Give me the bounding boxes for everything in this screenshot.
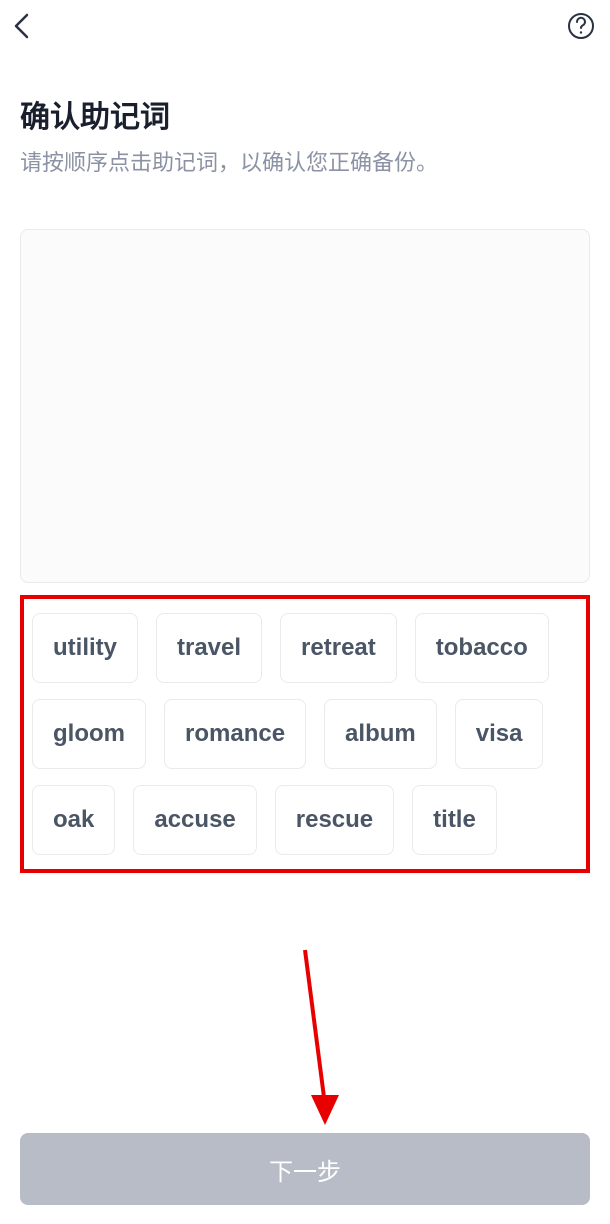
word-grid-highlight: utility travel retreat tobacco gloom rom…: [20, 595, 590, 873]
word-chip[interactable]: album: [324, 699, 437, 769]
page-title: 确认助记词: [20, 92, 590, 136]
word-chip[interactable]: title: [412, 785, 497, 855]
word-chip[interactable]: accuse: [133, 785, 256, 855]
word-chip[interactable]: visa: [455, 699, 544, 769]
word-chip[interactable]: tobacco: [415, 613, 549, 683]
word-chip[interactable]: gloom: [32, 699, 146, 769]
help-icon[interactable]: [566, 11, 596, 41]
arrow-annotation-icon: [295, 945, 355, 1145]
word-grid: utility travel retreat tobacco gloom rom…: [32, 613, 578, 855]
next-button[interactable]: 下一步: [20, 1133, 590, 1205]
word-chip[interactable]: romance: [164, 699, 306, 769]
next-button-label: 下一步: [269, 1152, 341, 1187]
back-icon[interactable]: [8, 12, 36, 40]
word-chip[interactable]: rescue: [275, 785, 394, 855]
word-chip[interactable]: travel: [156, 613, 262, 683]
header: [0, 0, 610, 52]
selected-words-box[interactable]: [20, 229, 590, 583]
content-area: 确认助记词 请按顺序点击助记词，以确认您正确备份。: [0, 52, 610, 179]
word-chip[interactable]: oak: [32, 785, 115, 855]
word-chip[interactable]: utility: [32, 613, 138, 683]
page-subtitle: 请按顺序点击助记词，以确认您正确备份。: [20, 146, 590, 179]
word-chip[interactable]: retreat: [280, 613, 397, 683]
